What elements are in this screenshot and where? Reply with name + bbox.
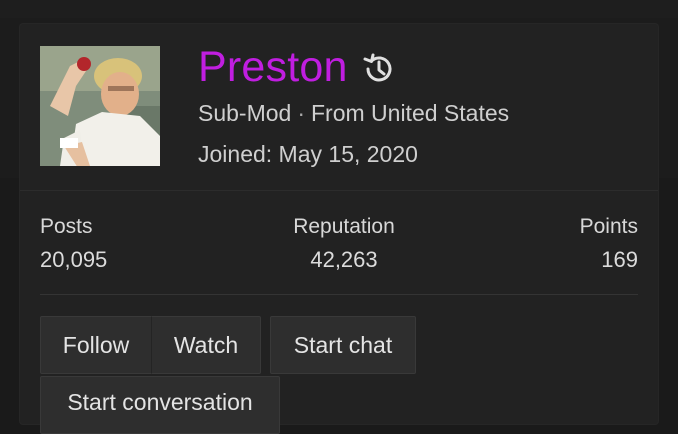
start-conversation-button[interactable]: Start conversation (40, 376, 280, 434)
stat-reputation-value: 42,263 (310, 247, 378, 272)
joined-date: Joined: May 15, 2020 (198, 141, 418, 167)
top-bar (0, 0, 678, 18)
stat-points[interactable]: Points 169 (580, 214, 638, 274)
stat-posts[interactable]: Posts 20,095 (40, 214, 107, 274)
separator: · (297, 100, 305, 126)
name-row: Preston (198, 40, 396, 94)
stat-reputation-label: Reputation (293, 215, 395, 238)
avatar-image (40, 46, 160, 166)
avatar[interactable] (40, 46, 160, 166)
member-tooltip-card: Preston Sub-Mod · From United States Joine… (20, 24, 658, 434)
stat-points-label: Points (579, 215, 638, 238)
stat-posts-label: Posts (40, 215, 93, 238)
stat-reputation: Reputation 42,263 (284, 214, 404, 274)
stat-points-value: 169 (601, 247, 638, 272)
follow-button[interactable]: Follow (40, 316, 152, 374)
stat-posts-value: 20,095 (40, 247, 108, 272)
start-chat-button[interactable]: Start chat (270, 316, 416, 374)
divider (40, 294, 638, 295)
watch-button[interactable]: Watch (151, 316, 261, 374)
role-label: Sub-Mod (198, 100, 292, 126)
username-link[interactable]: Preston (198, 45, 348, 89)
history-icon (360, 51, 396, 87)
role-location-line: Sub-Mod · From United States (198, 100, 509, 127)
location-label: From United States (311, 100, 510, 126)
